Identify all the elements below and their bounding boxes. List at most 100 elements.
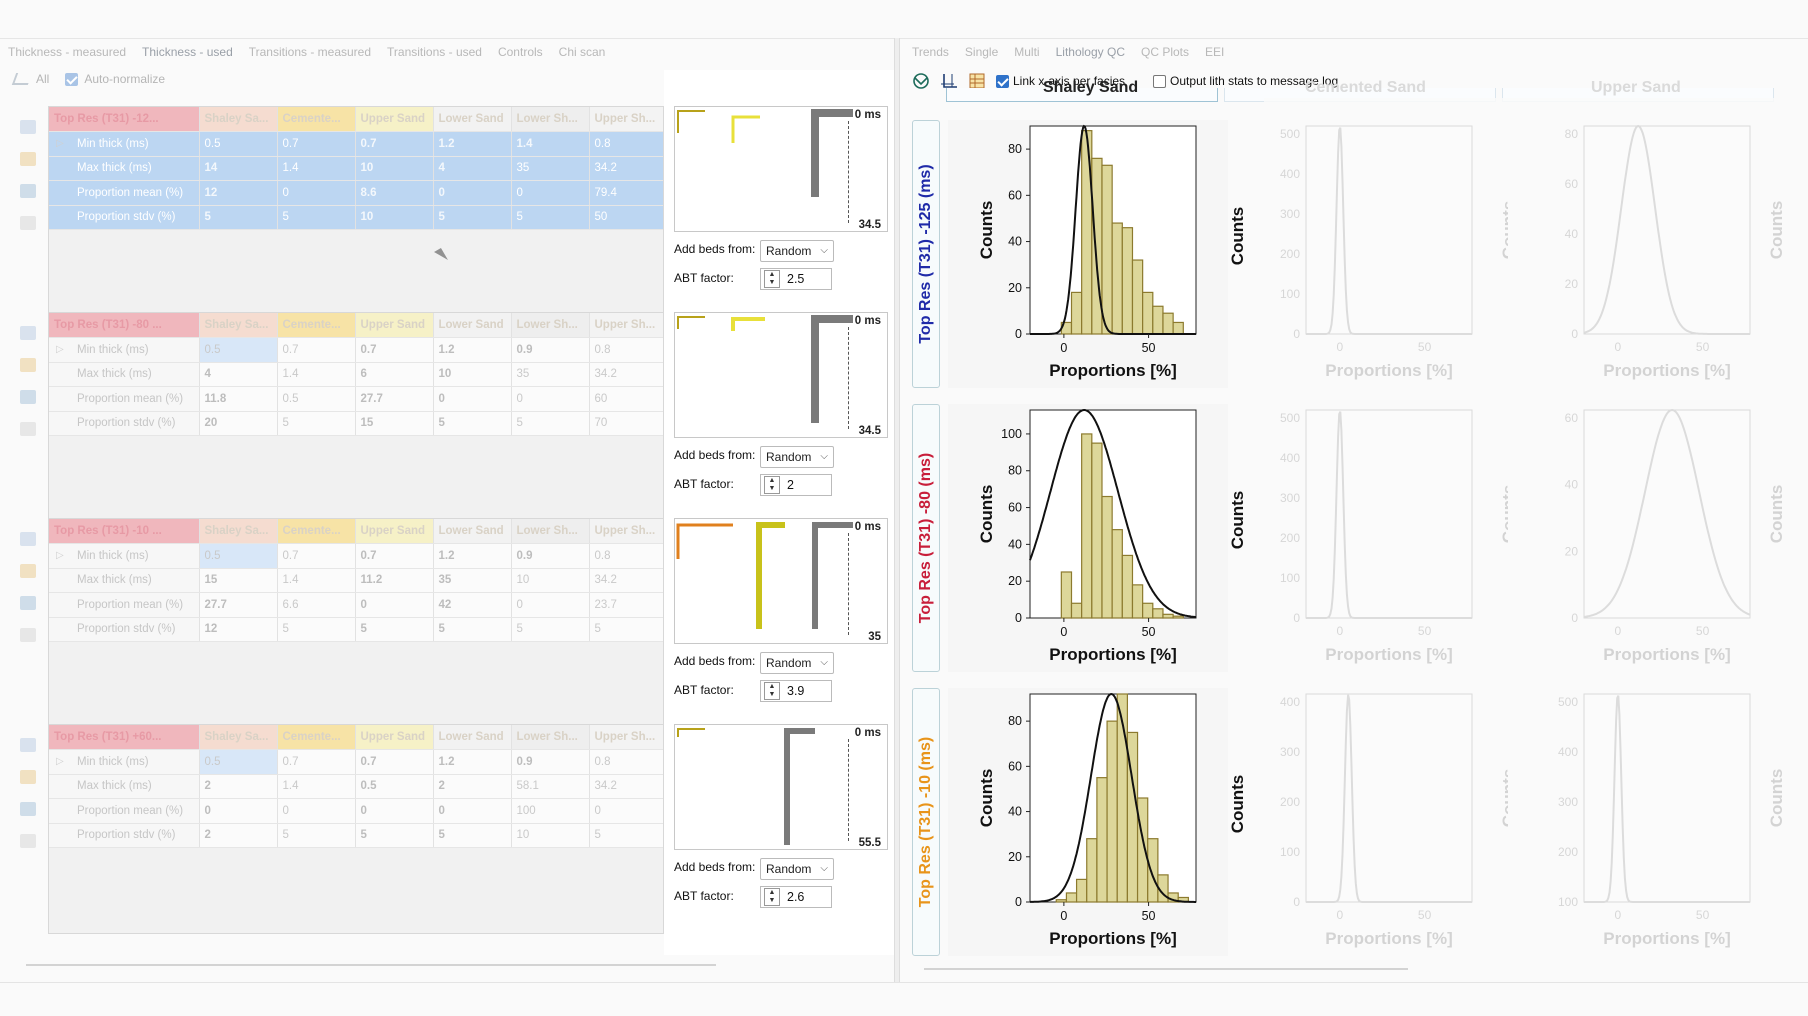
all-label[interactable]: All bbox=[36, 72, 49, 86]
table-cell[interactable]: 0.8 bbox=[589, 131, 663, 157]
table-cell[interactable]: 34.2 bbox=[589, 774, 663, 799]
table-cell[interactable]: 0 bbox=[355, 798, 434, 824]
table-cell[interactable]: 0.5 bbox=[199, 543, 278, 569]
table-cell[interactable]: 5 bbox=[277, 617, 356, 642]
add-beds-dropdown[interactable]: Random ⌵ bbox=[760, 858, 834, 880]
table-column-header[interactable]: Upper Sh... bbox=[589, 519, 663, 544]
table-cell[interactable]: 0.5 bbox=[277, 386, 356, 412]
row-expand-icon[interactable]: ▷ bbox=[56, 550, 64, 561]
table-cell[interactable]: 6.6 bbox=[277, 592, 356, 618]
table-side-tool-icon[interactable] bbox=[20, 596, 36, 610]
table-cell[interactable]: 2 bbox=[433, 774, 512, 799]
table-cell[interactable]: 5 bbox=[589, 617, 663, 642]
table-cell[interactable]: 1.4 bbox=[277, 362, 356, 387]
table-cell[interactable]: 1.4 bbox=[277, 568, 356, 593]
right-horizontal-scrollbar[interactable] bbox=[924, 968, 1408, 970]
table-cell[interactable]: 0.7 bbox=[355, 543, 434, 569]
add-beds-dropdown[interactable]: Random ⌵ bbox=[760, 652, 834, 674]
select-all-icon[interactable] bbox=[11, 73, 33, 85]
table-cell[interactable]: 2 bbox=[199, 774, 278, 799]
table-column-header[interactable]: Lower Sh... bbox=[511, 107, 590, 132]
table-cell[interactable]: 0.8 bbox=[589, 543, 663, 569]
table-cell[interactable]: 5 bbox=[511, 617, 590, 642]
table-column-header[interactable]: Shaley Sa... bbox=[199, 725, 278, 750]
table-column-header[interactable]: Upper Sand bbox=[355, 107, 434, 132]
table-cell[interactable]: 10 bbox=[355, 205, 434, 230]
table-cell[interactable]: 0.7 bbox=[355, 337, 434, 363]
table-cell[interactable]: 0 bbox=[433, 180, 512, 206]
table-cell[interactable]: 0.9 bbox=[511, 337, 590, 363]
tab-thickness-measured[interactable]: Thickness - measured bbox=[0, 42, 134, 62]
table-cell[interactable]: 12 bbox=[199, 180, 278, 206]
table-cell[interactable]: 4 bbox=[199, 362, 278, 387]
table-column-header[interactable]: Shaley Sa... bbox=[199, 107, 278, 132]
table-cell[interactable]: 34.2 bbox=[589, 156, 663, 181]
stepper-arrows-icon[interactable]: ▲ ▼ bbox=[764, 682, 780, 700]
table-side-tool-icon[interactable] bbox=[20, 358, 36, 372]
tab-chi-scan[interactable]: Chi scan bbox=[551, 42, 614, 62]
table-cell[interactable]: 23.7 bbox=[589, 592, 663, 618]
row-expand-icon[interactable]: ▷ bbox=[56, 756, 64, 767]
table-cell[interactable]: 0.8 bbox=[589, 337, 663, 363]
table-cell[interactable]: 4 bbox=[433, 156, 512, 181]
abt-factor-stepper[interactable]: ▲ ▼ 2.5 bbox=[760, 268, 832, 290]
table-column-header[interactable]: Upper Sh... bbox=[589, 107, 663, 132]
table-cell[interactable]: 0 bbox=[511, 592, 590, 618]
table-cell[interactable]: 5 bbox=[277, 411, 356, 436]
tab-single[interactable]: Single bbox=[957, 42, 1006, 62]
table-column-header[interactable]: Upper Sand bbox=[355, 725, 434, 750]
table-cell[interactable]: 11.8 bbox=[199, 386, 278, 412]
table-cell[interactable]: 27.7 bbox=[355, 386, 434, 412]
table-side-tool-icon[interactable] bbox=[20, 532, 36, 546]
table-column-header[interactable]: Upper Sand bbox=[355, 313, 434, 338]
table-cell[interactable]: 0.7 bbox=[355, 131, 434, 157]
panel-splitter[interactable] bbox=[894, 38, 900, 982]
table-cell[interactable]: 14 bbox=[199, 156, 278, 181]
table-cell[interactable]: 0.5 bbox=[355, 774, 434, 799]
table-cell[interactable]: 0.7 bbox=[277, 749, 356, 775]
table-cell[interactable]: 5 bbox=[433, 411, 512, 436]
table-cell[interactable]: 1.2 bbox=[433, 543, 512, 569]
table-column-header[interactable]: Upper Sh... bbox=[589, 313, 663, 338]
table-side-tool-icon[interactable] bbox=[20, 834, 36, 848]
table-side-tool-icon[interactable] bbox=[20, 628, 36, 642]
table-cell[interactable]: 100 bbox=[511, 798, 590, 824]
table-cell[interactable]: 5 bbox=[589, 823, 663, 848]
abt-factor-stepper[interactable]: ▲ ▼ 3.9 bbox=[760, 680, 832, 702]
output-lith-stats-checkbox[interactable] bbox=[1153, 74, 1167, 88]
row-expand-icon[interactable]: ▷ bbox=[56, 138, 64, 149]
table-side-tool-icon[interactable] bbox=[20, 120, 36, 134]
table-column-header[interactable]: Lower Sand bbox=[433, 725, 512, 750]
table-side-tool-icon[interactable] bbox=[20, 802, 36, 816]
row-expand-icon[interactable]: ▷ bbox=[56, 344, 64, 355]
table-cell[interactable]: 0.5 bbox=[199, 749, 278, 775]
table-cell[interactable]: 0.7 bbox=[277, 131, 356, 157]
left-horizontal-scrollbar[interactable] bbox=[26, 964, 716, 966]
table-cell[interactable]: 5 bbox=[511, 205, 590, 230]
table-column-header[interactable]: Cemente... bbox=[277, 313, 356, 338]
tab-trends[interactable]: Trends bbox=[904, 42, 957, 62]
abt-factor-stepper[interactable]: ▲ ▼ 2 bbox=[760, 474, 832, 496]
table-cell[interactable]: 5 bbox=[199, 205, 278, 230]
table-side-tool-icon[interactable] bbox=[20, 216, 36, 230]
table-cell[interactable]: 5 bbox=[277, 823, 356, 848]
table-cell[interactable]: 10 bbox=[511, 568, 590, 593]
table-column-header[interactable]: Lower Sh... bbox=[511, 519, 590, 544]
table-column-header[interactable]: Lower Sh... bbox=[511, 313, 590, 338]
table-cell[interactable]: 0.9 bbox=[511, 543, 590, 569]
table-side-tool-icon[interactable] bbox=[20, 184, 36, 198]
table-cell[interactable]: 35 bbox=[433, 568, 512, 593]
table-cell[interactable]: 1.2 bbox=[433, 337, 512, 363]
table-column-header[interactable]: Cemente... bbox=[277, 107, 356, 132]
table-cell[interactable]: 5 bbox=[511, 411, 590, 436]
table-cell[interactable]: 0 bbox=[433, 386, 512, 412]
tab-transitions-used[interactable]: Transitions - used bbox=[379, 42, 490, 62]
table-cell[interactable]: 1.4 bbox=[277, 156, 356, 181]
table-cell[interactable]: 34.2 bbox=[589, 568, 663, 593]
table-cell[interactable]: 0 bbox=[511, 386, 590, 412]
table-cell[interactable]: 10 bbox=[433, 362, 512, 387]
table-column-header[interactable]: Upper Sand bbox=[355, 519, 434, 544]
table-side-tool-icon[interactable] bbox=[20, 770, 36, 784]
tab-transitions-measured[interactable]: Transitions - measured bbox=[241, 42, 379, 62]
table-cell[interactable]: 0 bbox=[277, 180, 356, 206]
